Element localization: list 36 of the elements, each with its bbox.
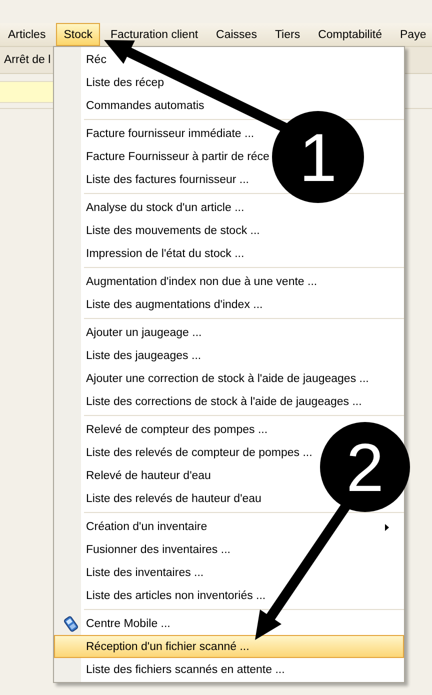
menu-item[interactable]: Liste des récep [86, 76, 164, 88]
menu-item[interactable]: Centre Mobile ... [86, 618, 170, 630]
menu-item[interactable]: Liste des fichiers scannés en attente ... [86, 664, 285, 676]
menu-item[interactable]: Liste des augmentations d'index ... [86, 298, 263, 310]
menu-item[interactable]: Liste des corrections de stock à l'aide de jaugeages ... [86, 396, 362, 408]
menu-item[interactable]: Liste des articles non inventoriés ... [86, 590, 266, 602]
menu-bar-item[interactable]: Paye [392, 23, 432, 46]
menu-item[interactable]: Facture fournisseur immédiate ... [86, 128, 254, 140]
menu-item[interactable]: Liste des factures fournisseur ... [86, 174, 249, 186]
menu-item[interactable]: Commandes automatis [86, 100, 204, 112]
menu-bar-item[interactable]: Caisses [208, 23, 265, 46]
menu-bar-item[interactable]: Articles [0, 23, 54, 46]
menu-item[interactable]: Analyse du stock d'un article ... [86, 202, 244, 214]
callout-number: 2 [346, 430, 384, 506]
menu-bar-item[interactable]: Facturation client [102, 23, 206, 46]
menu-bar-item[interactable]: Comptabilité [310, 23, 390, 46]
menu-item[interactable]: Impression de l'état du stock ... [86, 248, 244, 260]
menu-item[interactable]: Liste des mouvements de stock ... [86, 224, 260, 236]
menu-item[interactable]: Relevé de compteur des pompes ... [86, 424, 268, 436]
menu-item[interactable]: Création d'un inventaire [86, 520, 208, 532]
toolbar-button[interactable]: Arrêt de l [0, 54, 55, 66]
menu-bar-item[interactable]: Stock [56, 23, 100, 46]
menu-item[interactable]: Liste des relevés de hauteur d'eau [86, 492, 262, 504]
menu-item[interactable]: Augmentation d'index non due à une vente ... [86, 276, 318, 288]
menu-item[interactable]: Facture Fournisseur à partir de réce [86, 150, 270, 162]
menu-item[interactable]: Réception d'un fichier scanné ... [54, 635, 404, 658]
menu-item[interactable]: Ajouter une correction de stock à l'aide de jaugeages ... [86, 372, 369, 384]
menu-item[interactable]: Liste des inventaires ... [86, 566, 204, 578]
callout-number: 1 [299, 120, 337, 196]
menu-item[interactable]: Liste des relevés de compteur de pompes ... [86, 446, 312, 458]
menu-bar-item[interactable]: Tiers [266, 23, 308, 46]
menu-item[interactable]: Liste des jaugeages ... [86, 350, 202, 362]
menu-item[interactable]: Ajouter un jaugeage ... [86, 326, 202, 338]
menu-item[interactable]: Fusionner des inventaires ... [86, 544, 230, 556]
menu-item[interactable]: Relevé de hauteur d'eau [86, 470, 211, 482]
menu-item[interactable]: Réc [86, 54, 106, 66]
